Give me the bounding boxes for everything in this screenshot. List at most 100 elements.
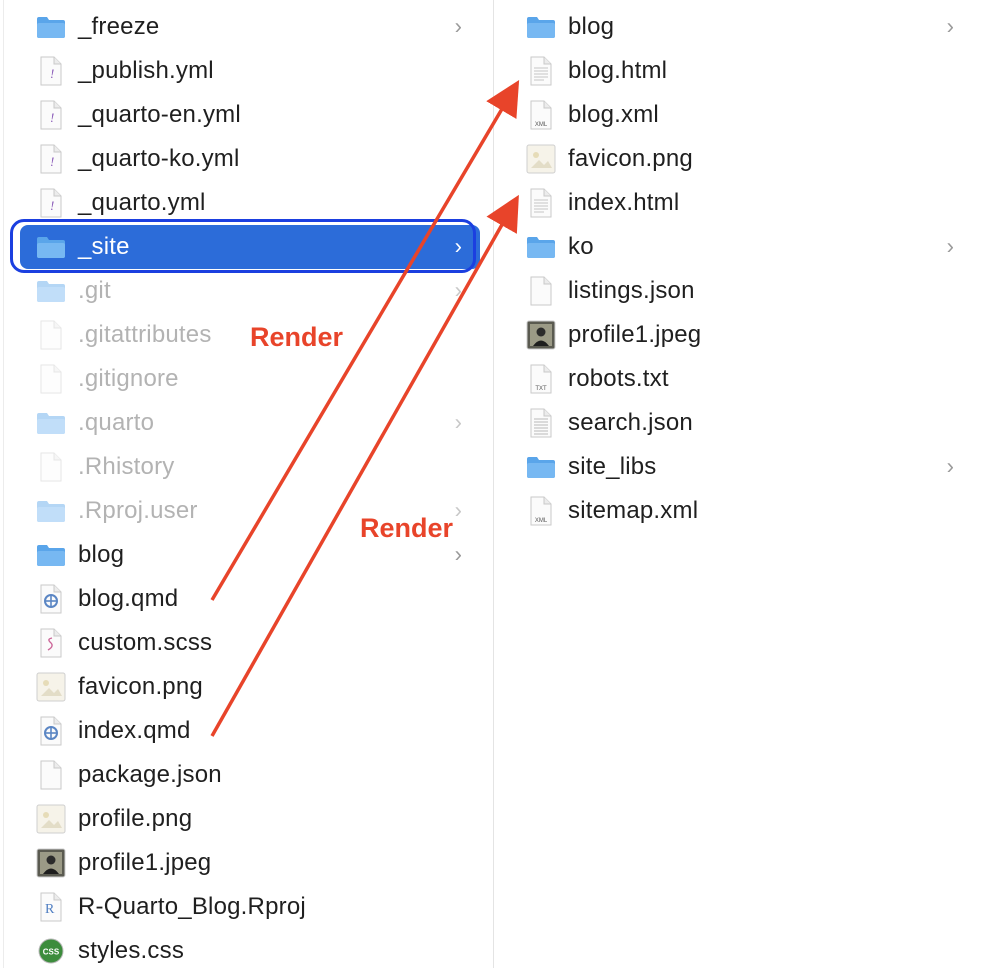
left-item-favicon-png[interactable]: favicon.png — [20, 665, 480, 709]
item-label: R-Quarto_Blog.Rproj — [78, 893, 306, 920]
blank-file-icon — [36, 364, 66, 394]
left-item-blog-qmd[interactable]: blog.qmd — [20, 577, 480, 621]
folder-icon — [36, 408, 66, 438]
svg-text:!: ! — [50, 110, 54, 125]
item-label: blog.xml — [568, 101, 659, 128]
blank-file-icon — [36, 452, 66, 482]
txt-file-icon: TXT — [526, 364, 556, 394]
item-label: _freeze — [78, 13, 160, 40]
css-file-icon: CSS — [36, 936, 66, 966]
item-label: .gitignore — [78, 365, 179, 392]
blank-file-icon — [526, 276, 556, 306]
left-item-freeze[interactable]: _freeze › — [20, 5, 480, 49]
render-annotation-2: Render — [360, 513, 454, 543]
image-file-icon — [526, 144, 556, 174]
rproj-file-icon: R — [36, 892, 66, 922]
svg-text:!: ! — [50, 154, 54, 169]
item-label: _quarto-en.yml — [78, 101, 241, 128]
item-label: .Rproj.user — [78, 497, 198, 524]
render-annotation-1: Render — [250, 322, 344, 352]
right-item-sitemap-xml[interactable]: XML sitemap.xml — [510, 489, 972, 533]
svg-text:TXT: TXT — [535, 386, 547, 392]
item-label: _publish.yml — [78, 57, 214, 84]
item-label: styles.css — [78, 937, 185, 964]
yaml-file-icon: ! — [36, 144, 66, 174]
column-divider[interactable] — [493, 0, 494, 968]
item-label: blog — [78, 541, 125, 568]
folder-icon — [36, 12, 66, 42]
item-label: search.json — [568, 409, 693, 436]
image-file-icon — [36, 804, 66, 834]
chevron-right-icon: › — [454, 409, 462, 435]
item-label: _quarto-ko.yml — [78, 145, 240, 172]
item-label: _quarto.yml — [78, 189, 206, 216]
chevron-right-icon: › — [946, 233, 954, 259]
folder-icon — [526, 12, 556, 42]
finder-column-project: _freeze › ! _publish.yml ! _quarto-en.yml !… — [0, 0, 494, 968]
right-item-blog[interactable]: blog › — [510, 5, 972, 49]
item-label: site_libs — [568, 453, 657, 480]
svg-text:XML: XML — [535, 518, 548, 524]
right-item-favicon-png[interactable]: favicon.png — [510, 137, 972, 181]
chevron-right-icon: › — [454, 541, 462, 567]
quarto-file-icon — [36, 716, 66, 746]
item-label: favicon.png — [568, 145, 693, 172]
folder-icon — [36, 540, 66, 570]
left-item-styles-css[interactable]: CSS styles.css — [20, 929, 480, 973]
right-item-index-html[interactable]: index.html — [510, 181, 972, 225]
right-item-blog-xml[interactable]: XML blog.xml — [510, 93, 972, 137]
right-item-ko[interactable]: ko › — [510, 225, 972, 269]
left-item-quarto-en-yml[interactable]: ! _quarto-en.yml — [20, 93, 480, 137]
right-item-robots-txt[interactable]: TXT robots.txt — [510, 357, 972, 401]
right-item-listings-json[interactable]: listings.json — [510, 269, 972, 313]
html-file-icon — [526, 56, 556, 86]
yaml-file-icon: ! — [36, 188, 66, 218]
blank-file-icon — [36, 760, 66, 790]
item-label: _site — [78, 233, 130, 260]
left-item-git[interactable]: .git › — [20, 269, 480, 313]
folder-icon — [526, 452, 556, 482]
right-item-profile1-jpeg[interactable]: profile1.jpeg — [510, 313, 972, 357]
left-item-profile1-jpeg[interactable]: profile1.jpeg — [20, 841, 480, 885]
svg-text:CSS: CSS — [43, 948, 60, 957]
html-file-icon — [526, 188, 556, 218]
photo-file-icon — [36, 848, 66, 878]
item-label: package.json — [78, 761, 222, 788]
folder-icon — [36, 276, 66, 306]
quarto-file-icon — [36, 584, 66, 614]
item-label: ko — [568, 233, 594, 260]
chevron-right-icon: › — [946, 453, 954, 479]
right-item-search-json[interactable]: search.json — [510, 401, 972, 445]
left-item-rhistory[interactable]: .Rhistory — [20, 445, 480, 489]
left-item-custom-scss[interactable]: custom.scss — [20, 621, 480, 665]
left-item-site[interactable]: _site › — [20, 225, 480, 269]
yaml-file-icon: ! — [36, 56, 66, 86]
text-file-icon — [526, 408, 556, 438]
item-label: sitemap.xml — [568, 497, 699, 524]
item-label: robots.txt — [568, 365, 669, 392]
item-label: index.html — [568, 189, 680, 216]
item-label: .quarto — [78, 409, 155, 436]
chevron-right-icon: › — [454, 13, 462, 39]
item-label: .git — [78, 277, 111, 304]
item-label: profile1.jpeg — [78, 849, 212, 876]
left-item-profile-png[interactable]: profile.png — [20, 797, 480, 841]
left-item-quarto-yml[interactable]: ! _quarto.yml — [20, 181, 480, 225]
left-item-gitignore[interactable]: .gitignore — [20, 357, 480, 401]
left-item-quarto[interactable]: .quarto › — [20, 401, 480, 445]
left-item-package-json[interactable]: package.json — [20, 753, 480, 797]
item-label: profile1.jpeg — [568, 321, 702, 348]
blank-file-icon — [36, 320, 66, 350]
yaml-file-icon: ! — [36, 100, 66, 130]
svg-text:!: ! — [50, 66, 54, 81]
finder-column-site: blog › blog.html XML blog.xml favicon.png i… — [495, 0, 982, 968]
left-item-index-qmd[interactable]: index.qmd — [20, 709, 480, 753]
right-item-blog-html[interactable]: blog.html — [510, 49, 972, 93]
left-item-publish-yml[interactable]: ! _publish.yml — [20, 49, 480, 93]
right-item-site-libs[interactable]: site_libs › — [510, 445, 972, 489]
folder-icon — [526, 232, 556, 262]
scss-file-icon — [36, 628, 66, 658]
left-item-r-quarto-blog-rproj[interactable]: R R-Quarto_Blog.Rproj — [20, 885, 480, 929]
left-item-quarto-ko-yml[interactable]: ! _quarto-ko.yml — [20, 137, 480, 181]
item-label: favicon.png — [78, 673, 203, 700]
